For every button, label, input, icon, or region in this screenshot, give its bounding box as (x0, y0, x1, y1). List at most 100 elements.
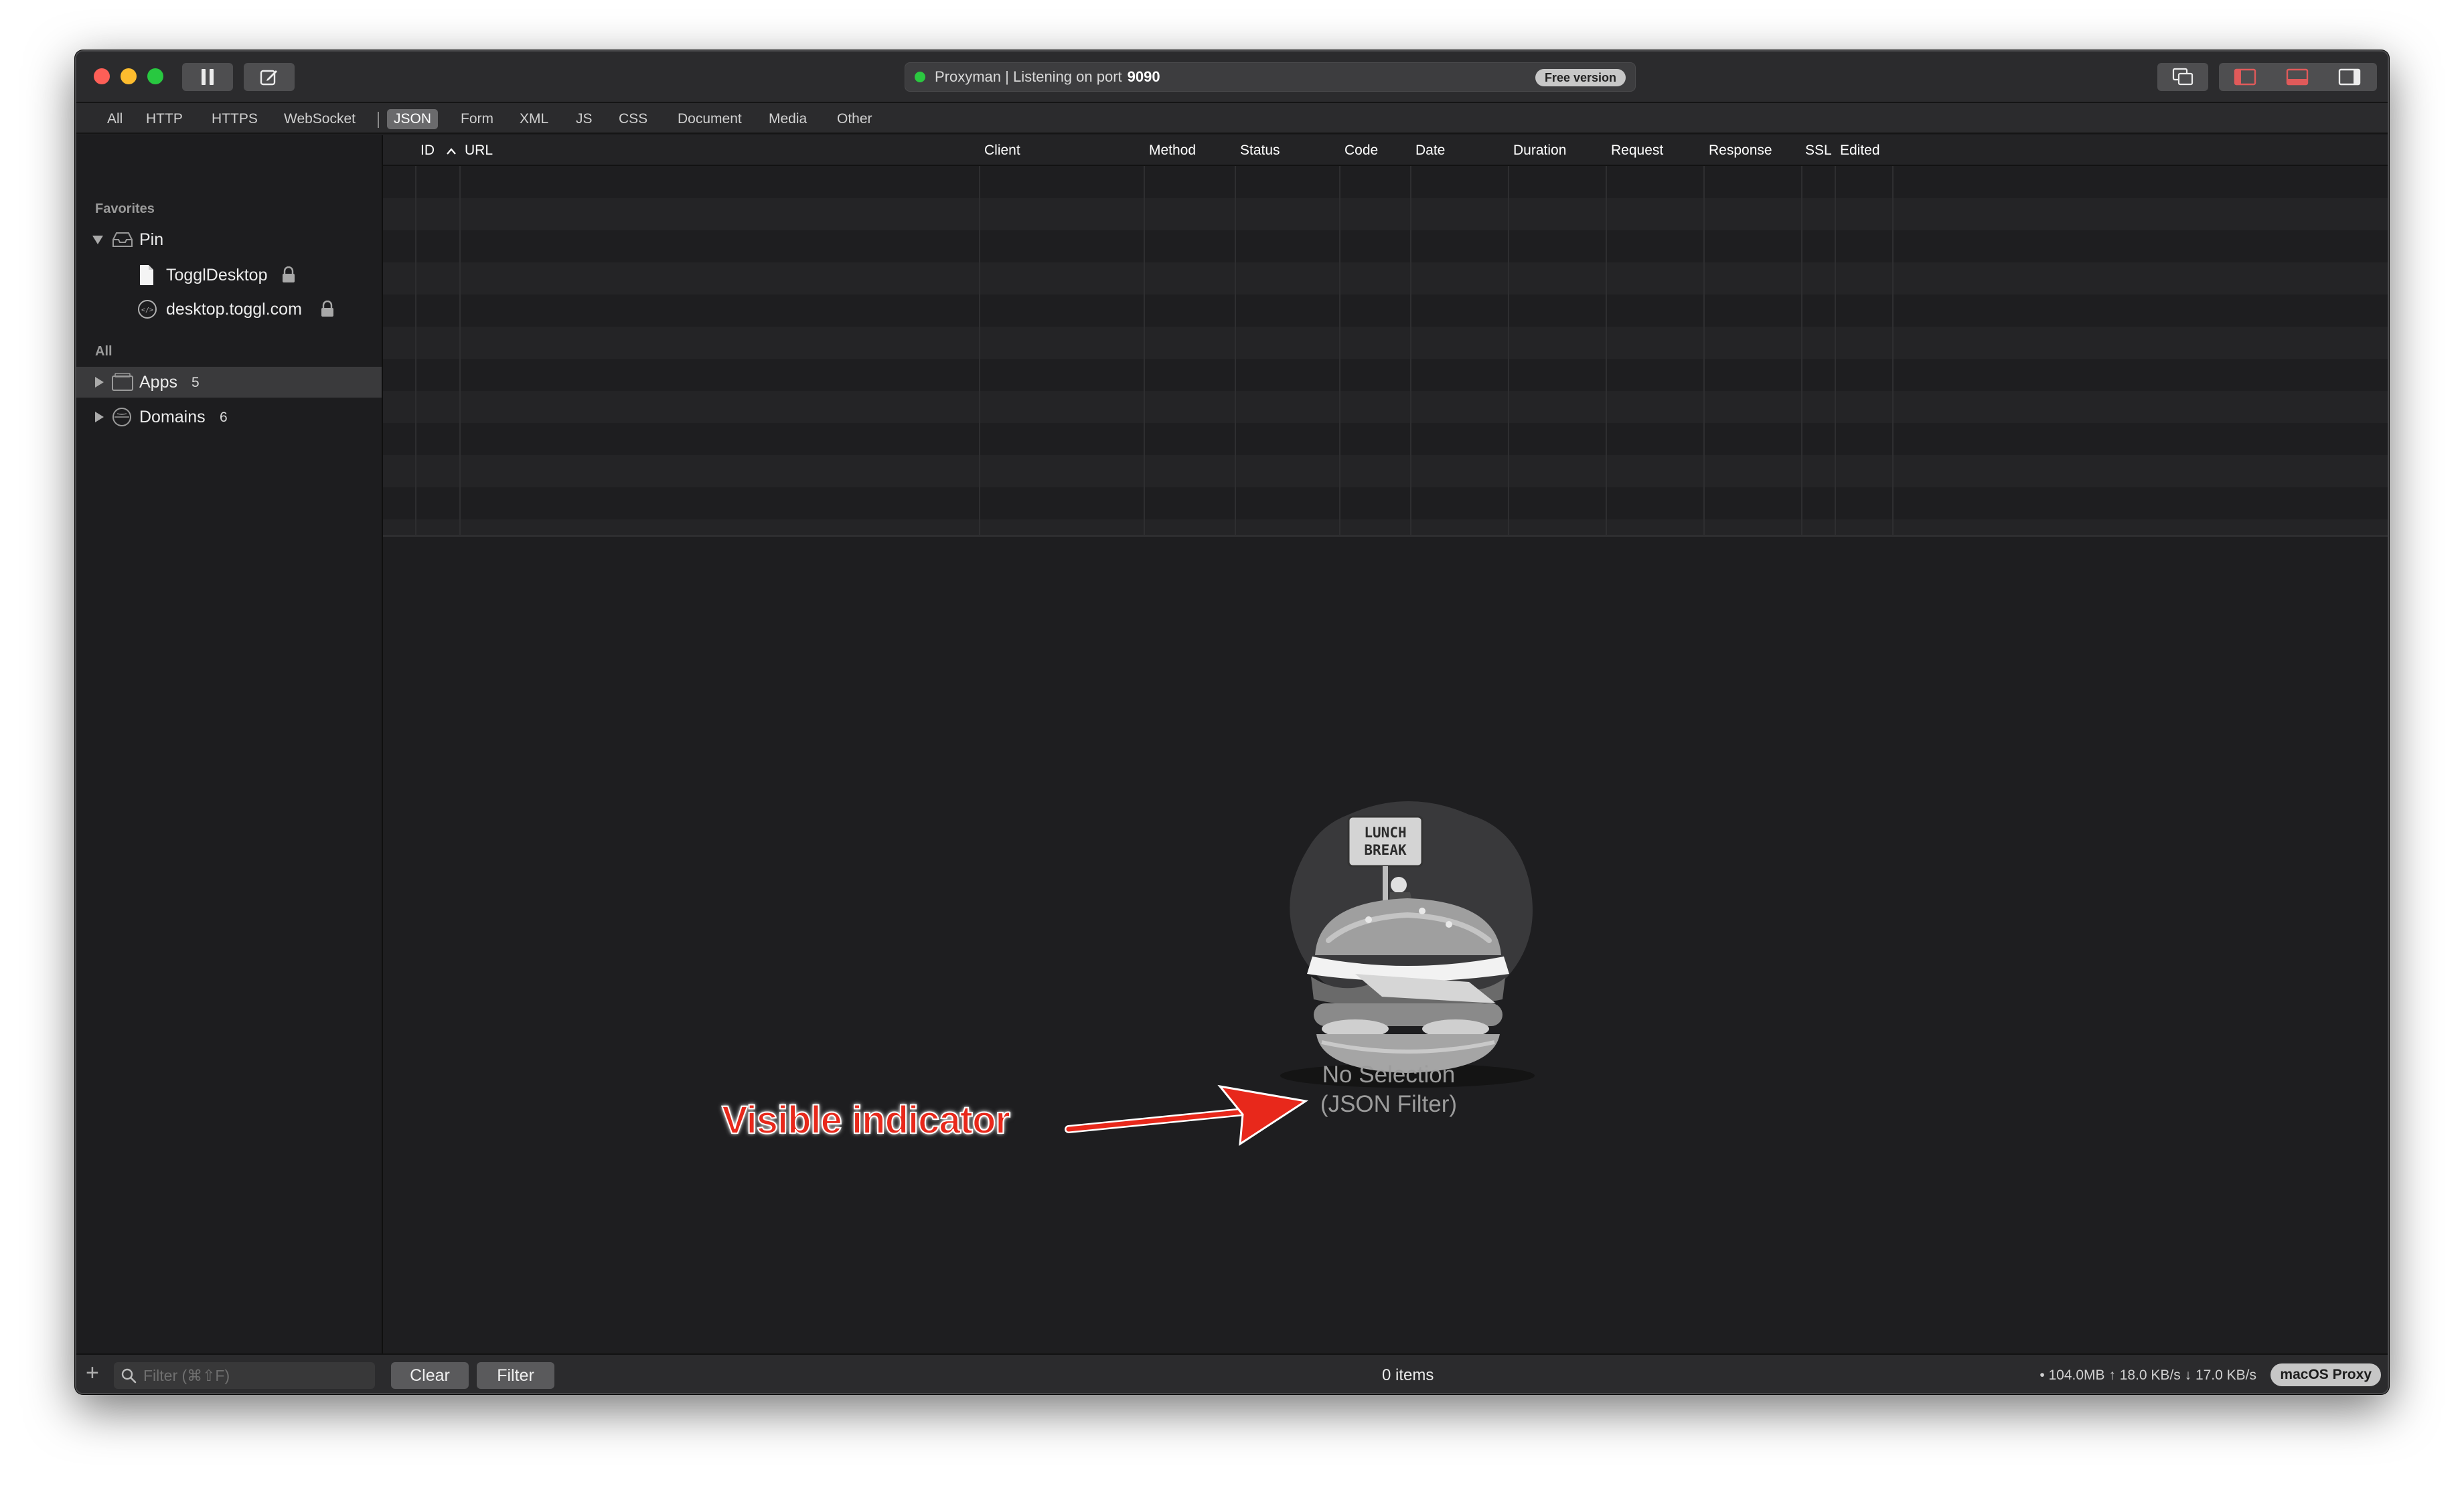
table-row[interactable] (383, 198, 2388, 230)
zoom-window-button[interactable] (147, 68, 163, 84)
column-divider (1508, 135, 1509, 535)
status-text: Proxyman | Listening on port (935, 68, 1122, 85)
layout-segment (2219, 63, 2377, 91)
column-header-ssl[interactable]: SSL (1805, 135, 1832, 166)
table-header: ID URL Client Method Status Code Date Du… (383, 135, 2388, 166)
column-divider (1339, 135, 1340, 535)
column-header-id[interactable]: ID (420, 135, 435, 166)
column-divider (1606, 135, 1607, 535)
filter-input[interactable] (143, 1366, 358, 1385)
license-badge[interactable]: Free version (1535, 69, 1626, 86)
clear-button[interactable]: Clear (391, 1362, 469, 1389)
sidebar-item-count: 6 (220, 410, 228, 425)
add-icon[interactable]: + (86, 1360, 99, 1386)
lock-icon (283, 266, 295, 282)
column-header-response[interactable]: Response (1709, 135, 1772, 166)
status-port: 9090 (1127, 68, 1160, 85)
all-header: All (95, 344, 112, 359)
table-row[interactable] (383, 295, 2388, 327)
proxy-status-field: Proxyman | Listening on port 9090 Free v… (905, 62, 1636, 92)
tab-js[interactable]: JS (569, 109, 599, 129)
sign-text-line1: LUNCH (1364, 825, 1406, 841)
pause-button[interactable] (182, 63, 233, 91)
toggle-right-panel-icon[interactable] (2338, 68, 2361, 86)
tab-all[interactable]: All (100, 109, 129, 129)
tab-websocket[interactable]: WebSocket (277, 109, 362, 129)
traffic-stats: • 104.0MB ↑ 18.0 KB/s ↓ 17.0 KB/s (2039, 1367, 2256, 1383)
disclosure-right-icon[interactable] (95, 412, 104, 422)
column-header-client[interactable]: Client (984, 135, 1020, 166)
content-filter-tabs: All HTTP HTTPS WebSocket JSON Form XML J… (76, 103, 2388, 134)
column-header-code[interactable]: Code (1344, 135, 1378, 166)
macos-proxy-badge[interactable]: macOS Proxy (2270, 1363, 2381, 1386)
column-divider (1801, 135, 1802, 535)
tab-https[interactable]: HTTPS (205, 109, 264, 129)
close-window-button[interactable] (94, 68, 110, 84)
sidebar-item-label: Domains (139, 408, 206, 426)
windows-icon (2172, 68, 2193, 86)
tab-document[interactable]: Document (671, 109, 749, 129)
table-row[interactable] (383, 327, 2388, 359)
column-header-status[interactable]: Status (1240, 135, 1280, 166)
table-row[interactable] (383, 391, 2388, 423)
disclosure-right-icon[interactable] (95, 377, 104, 388)
column-divider (415, 135, 416, 535)
column-divider (1144, 135, 1145, 535)
column-divider (1410, 135, 1411, 535)
tab-form[interactable]: Form (454, 109, 500, 129)
table-row[interactable] (383, 455, 2388, 487)
split-view-divider[interactable] (383, 535, 2388, 537)
sidebar-item-label: desktop.toggl.com (166, 300, 302, 319)
column-header-url[interactable]: URL (465, 135, 493, 166)
tab-css[interactable]: CSS (612, 109, 654, 129)
table-row[interactable] (383, 423, 2388, 455)
tab-other[interactable]: Other (830, 109, 879, 129)
sidebar-filter-field[interactable] (114, 1362, 375, 1389)
table-row[interactable] (383, 230, 2388, 262)
sidebar-item-toggldesktop[interactable]: TogglDesktop (76, 260, 382, 290)
title-bar: Proxyman | Listening on port 9090 Free v… (76, 52, 2388, 103)
tab-json[interactable]: JSON (387, 109, 439, 129)
tab-xml[interactable]: XML (513, 109, 555, 129)
sidebar-item-desktop-toggl-com[interactable]: </> desktop.toggl.com (76, 294, 382, 325)
table-row[interactable] (383, 166, 2388, 198)
tab-media[interactable]: Media (762, 109, 814, 129)
sidebar-item-domains[interactable]: Domains 6 (76, 402, 382, 432)
minimize-window-button[interactable] (121, 68, 137, 84)
sidebar-item-pin[interactable]: Pin (76, 224, 382, 255)
table-row[interactable] (383, 262, 2388, 295)
compose-icon (260, 70, 277, 86)
column-header-duration[interactable]: Duration (1513, 135, 1566, 166)
table-row[interactable] (383, 359, 2388, 391)
proxyman-window: Proxyman | Listening on port 9090 Free v… (75, 50, 2389, 1394)
column-header-request[interactable]: Request (1611, 135, 1663, 166)
sidebar: Favorites Pin TogglDesktop </> desktop.t… (76, 135, 383, 1353)
tab-http[interactable]: HTTP (139, 109, 189, 129)
file-icon (140, 265, 153, 285)
toggle-bottom-panel-icon[interactable] (2286, 68, 2309, 86)
favorites-header: Favorites (95, 201, 155, 216)
column-divider (1892, 135, 1894, 535)
column-divider (1703, 135, 1705, 535)
bottom-bar: + Clear Filter 0 items • 104.0MB ↑ 18.0 … (76, 1353, 2388, 1393)
svg-text:</>: </> (141, 307, 153, 314)
column-header-edited[interactable]: Edited (1840, 135, 1880, 166)
filter-button[interactable]: Filter (477, 1362, 554, 1389)
search-icon (121, 1368, 137, 1384)
compose-button[interactable] (244, 63, 295, 91)
annotation-label: Visible indicator (721, 1098, 1011, 1143)
new-window-button[interactable] (2157, 63, 2208, 91)
column-header-date[interactable]: Date (1415, 135, 1445, 166)
column-divider (1235, 135, 1236, 535)
sidebar-item-apps[interactable]: Apps 5 (76, 367, 382, 398)
request-table: ID URL Client Method Status Code Date Du… (383, 135, 2388, 535)
table-row[interactable] (383, 487, 2388, 519)
table-row[interactable] (383, 519, 2388, 535)
sidebar-item-label: Apps (139, 373, 177, 392)
column-header-method[interactable]: Method (1149, 135, 1196, 166)
sort-ascending-icon[interactable] (446, 147, 457, 155)
toggle-left-panel-icon[interactable] (2234, 68, 2256, 86)
globe-icon (112, 408, 131, 426)
disclosure-down-icon[interactable] (92, 236, 103, 244)
sidebar-item-label: TogglDesktop (166, 266, 268, 284)
